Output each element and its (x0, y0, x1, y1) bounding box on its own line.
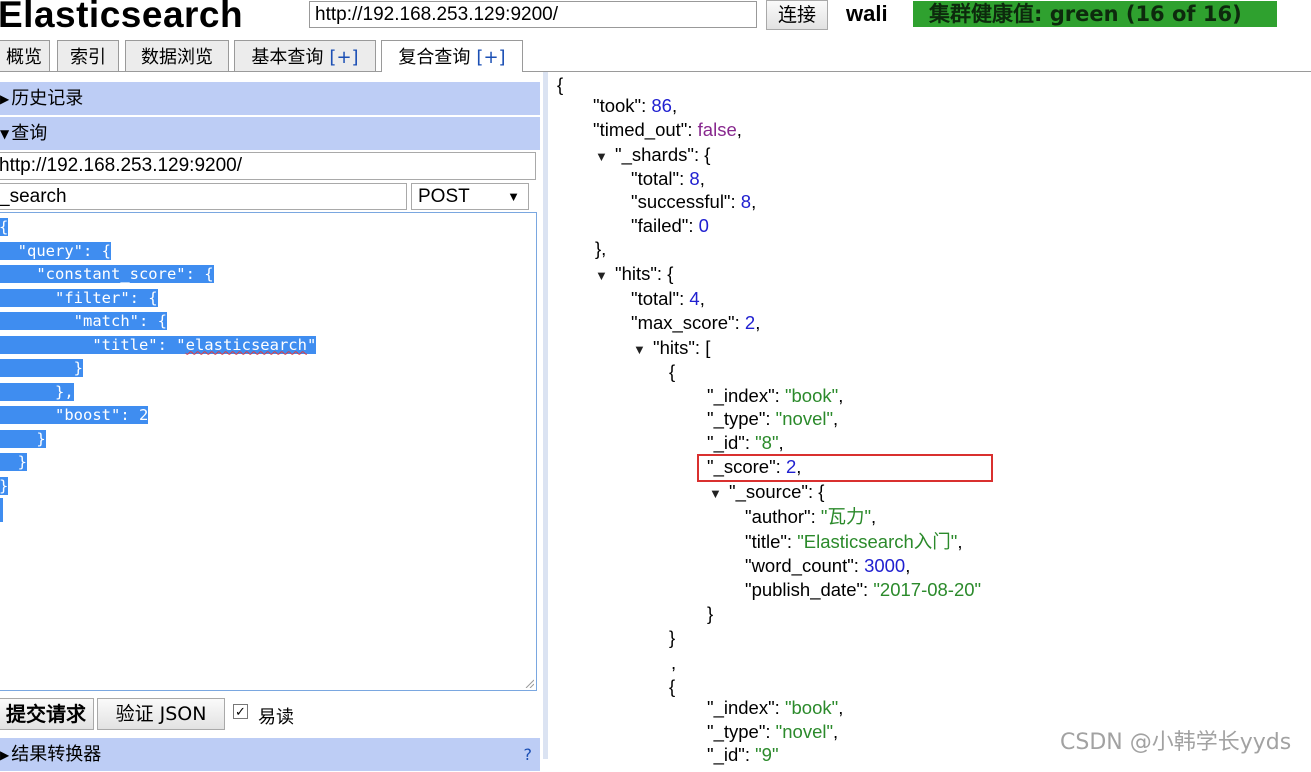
code-line: "filter": { (0, 288, 158, 307)
code-line: } (0, 429, 46, 448)
help-link[interactable]: ? (524, 738, 533, 771)
panel-divider[interactable] (543, 72, 548, 759)
code-line: } (0, 359, 83, 377)
json-hits-array[interactable]: ▼ "hits": [ (633, 336, 710, 360)
collapse-triangle-icon[interactable]: ▼ (595, 145, 615, 169)
collapse-triangle-icon[interactable]: ▼ (595, 264, 615, 288)
cluster-name: wali (846, 1, 888, 26)
json-source[interactable]: ▼ "_source": { (709, 480, 824, 504)
tab-indices[interactable]: 索引 (57, 40, 119, 71)
caret-down-icon: ▼ (0, 127, 10, 141)
collapse-triangle-icon[interactable]: ▼ (633, 338, 653, 362)
method-select[interactable]: POST ▼ (411, 183, 529, 210)
pretty-checkbox[interactable]: ✓ (233, 704, 248, 719)
code-line: }, (0, 382, 74, 401)
caret-right-icon: ▶ (0, 748, 10, 762)
code-line: { (0, 216, 316, 240)
code-line: "title": "elasticsearch" (0, 335, 317, 354)
code-line: "query": { (0, 241, 111, 260)
tab-data-browser[interactable]: 数据浏览 (125, 40, 229, 71)
validate-json-button[interactable]: 验证 JSON (97, 698, 225, 730)
tab-bar: 概览 索引 数据浏览 基本查询 [+] 复合查询 [+] (0, 40, 1311, 72)
code-line: } (0, 453, 27, 471)
transformer-section-header[interactable]: ▶ 结果转换器? (0, 738, 540, 771)
request-path-input[interactable]: _search (0, 183, 407, 210)
tab-compound-query[interactable]: 复合查询 [+] (381, 40, 523, 72)
json-took: "took": 86, (593, 95, 678, 116)
json-timed-out: "timed_out": false, (593, 119, 742, 140)
request-body-editor[interactable]: { "query": { "constant_score": { "filter… (0, 212, 537, 691)
score-highlight-box (697, 454, 993, 482)
connection-url-input[interactable]: http://192.168.253.129:9200/ (309, 1, 757, 28)
code-line: "match": { (0, 312, 167, 330)
resize-handle-icon[interactable] (524, 678, 534, 688)
json-shards[interactable]: ▼ "_shards": { (595, 143, 710, 167)
pretty-label: 易读 (258, 707, 294, 728)
cluster-health-badge: 集群健康值: green (16 of 16) (913, 1, 1277, 27)
code-line: "boost": 2 (0, 406, 149, 424)
code-line: } (0, 475, 316, 499)
watermark: CSDN @小韩学长yyds (1060, 730, 1292, 755)
code-line: "constant_score": { (0, 265, 214, 283)
request-url-input[interactable]: http://192.168.253.129:9200/ (0, 152, 536, 180)
query-section-header[interactable]: ▼ 查询 (0, 117, 540, 150)
collapse-triangle-icon[interactable]: ▼ (709, 482, 729, 506)
tab-basic-query[interactable]: 基本查询 [+] (234, 40, 376, 71)
connect-button[interactable]: 连接 (766, 0, 828, 30)
history-section-header[interactable]: ▶ 历史记录 (0, 82, 540, 115)
json-hits[interactable]: ▼ "hits": { (595, 262, 673, 286)
dropdown-caret-icon: ▼ (507, 189, 520, 204)
caret-right-icon: ▶ (0, 92, 10, 106)
add-compound-query-tab[interactable]: [+] (476, 47, 505, 68)
tab-overview[interactable]: 概览 (0, 40, 50, 71)
request-body-code: { "query": { "constant_score": { "filter… (0, 216, 317, 522)
add-basic-query-tab[interactable]: [+] (329, 47, 358, 68)
submit-request-button[interactable]: 提交请求 (0, 698, 94, 730)
code-line (0, 498, 316, 522)
app-title: Elasticsearch (0, 0, 244, 35)
